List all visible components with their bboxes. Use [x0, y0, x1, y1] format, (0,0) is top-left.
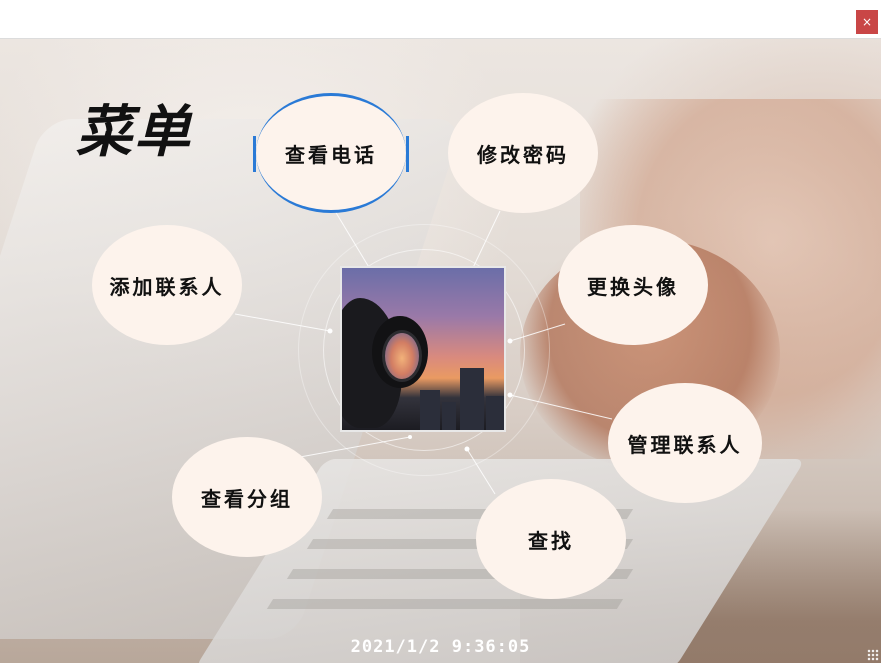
avatar-photo-lens-view: [382, 330, 422, 382]
title-bar[interactable]: ×: [0, 0, 881, 39]
change-password-button[interactable]: 修改密码: [448, 93, 598, 213]
avatar-photo-building: [420, 390, 440, 430]
datetime-display: 2021/1/2 9:36:05: [350, 637, 531, 657]
view-phone-button[interactable]: 查看电话: [253, 93, 409, 213]
search-button[interactable]: 查找: [476, 479, 626, 599]
change-avatar-label: 更换头像: [587, 274, 679, 299]
view-phone-label: 查看电话: [285, 142, 377, 167]
menu-panel: 菜单 查看电话 修改密码 添加联系人 更换头像 管理联系人 查看分组 查找 20…: [0, 39, 881, 663]
resize-grip-icon[interactable]: [867, 649, 879, 661]
change-password-label: 修改密码: [477, 142, 569, 167]
view-groups-button[interactable]: 查看分组: [172, 437, 322, 557]
close-icon: ×: [861, 15, 873, 29]
add-contact-button[interactable]: 添加联系人: [92, 225, 242, 345]
manage-contacts-button[interactable]: 管理联系人: [608, 383, 762, 503]
background-key-row: [266, 599, 624, 609]
close-button[interactable]: ×: [856, 10, 878, 34]
add-contact-label: 添加联系人: [109, 274, 225, 299]
user-avatar[interactable]: [340, 266, 506, 432]
main-window: × 菜单 查看电话 修改密码 添加联系人 更换头像 管理联系人 查看分组 查找 …: [0, 0, 881, 663]
avatar-photo-building: [460, 368, 484, 430]
manage-contacts-label: 管理联系人: [627, 432, 743, 457]
change-avatar-button[interactable]: 更换头像: [558, 225, 708, 345]
search-label: 查找: [528, 528, 574, 553]
view-groups-label: 查看分组: [201, 486, 293, 511]
avatar-photo-building: [486, 396, 504, 430]
avatar-photo-building: [442, 402, 456, 430]
menu-title: 菜单: [76, 99, 192, 165]
